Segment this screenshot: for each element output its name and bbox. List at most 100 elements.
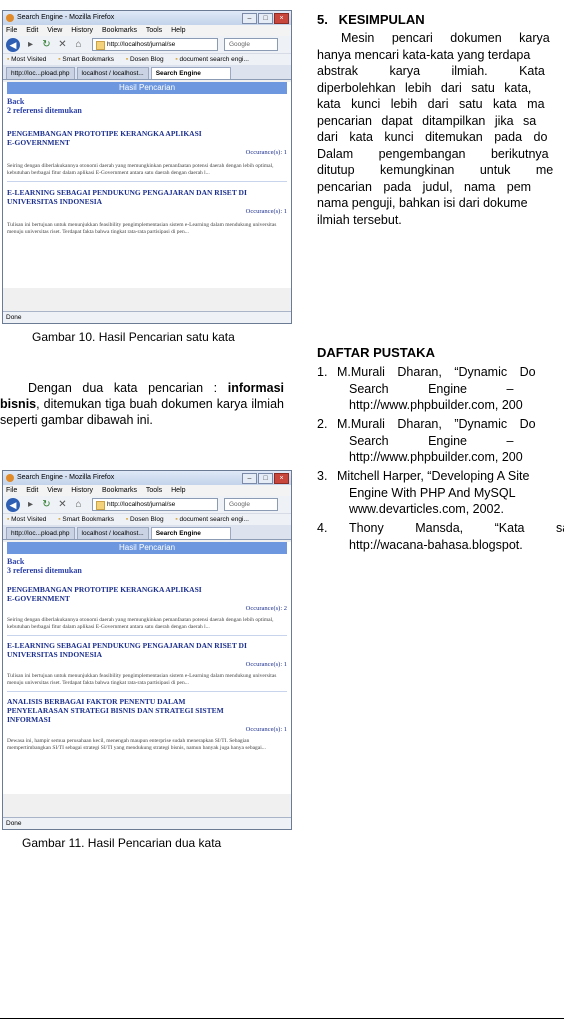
bookmark-item[interactable]: Most Visited: [7, 516, 46, 523]
back-link[interactable]: Back: [7, 97, 291, 106]
result-title-link[interactable]: PENGEMBANGAN PROTOTIPE KERANGKA APLIKASI…: [7, 585, 207, 603]
occurrence-count: Occurance(s): 1: [245, 661, 287, 668]
reference-line: M.Murali Dharan, “Dynamic Do: [337, 365, 536, 379]
minimize-button[interactable]: –: [242, 13, 257, 24]
occurrence-count: Occurance(s): 1: [245, 208, 287, 215]
bookmark-item[interactable]: Smart Bookmarks: [58, 516, 114, 523]
home-icon[interactable]: ⌂: [73, 39, 84, 50]
section-heading: 5. KESIMPULAN: [317, 12, 425, 27]
status-bar: Done: [3, 311, 291, 323]
close-button[interactable]: ×: [274, 473, 289, 484]
forward-arrow-icon[interactable]: ▸: [25, 39, 36, 50]
result-snippet: Seiring dengan diberlakukannya otonomi d…: [7, 163, 287, 182]
text-line: diperbolehkan lebih dari satu kata,: [317, 80, 532, 95]
text-line: kata kunci lebih dari satu kata ma: [317, 97, 545, 111]
figure-caption: Gambar 11. Hasil Pencarian dua kata: [22, 836, 222, 850]
menu-file[interactable]: File: [6, 27, 17, 34]
bookmark-item[interactable]: Most Visited: [7, 56, 46, 63]
bookmark-item[interactable]: Smart Bookmarks: [58, 56, 114, 63]
reference-line: Thony Mansda, “Kata sa: [349, 521, 564, 535]
text-line: pencarian pada judul, nama pem: [317, 179, 532, 194]
back-arrow-icon[interactable]: ◀: [6, 37, 20, 52]
search-input[interactable]: Google: [224, 498, 278, 511]
menu-tools[interactable]: Tools: [146, 487, 162, 494]
bookmarks-bar: Most Visited Smart Bookmarks Dosen Blog …: [3, 53, 291, 65]
text-line: dari kata kunci ditemukan pada do: [317, 130, 548, 144]
stop-icon[interactable]: ✕: [57, 39, 68, 50]
stop-icon[interactable]: ✕: [57, 499, 68, 510]
tab-search-engine[interactable]: Search Engine: [150, 67, 231, 79]
menu-help[interactable]: Help: [171, 27, 185, 34]
reference-item: 3. Mitchell Harper, “Developing A Site E…: [317, 468, 564, 518]
url-input[interactable]: http://localhost/jurnal/se: [92, 38, 218, 51]
menu-view[interactable]: View: [47, 487, 62, 494]
bookmark-item[interactable]: document search engi...: [175, 516, 249, 523]
text-line: abstrak karya ilmiah. Kata: [317, 64, 545, 78]
figure-caption: Gambar 10. Hasil Pencarian satu kata: [32, 330, 235, 344]
tab-search-engine[interactable]: Search Engine: [150, 527, 231, 539]
home-icon[interactable]: ⌂: [73, 499, 84, 510]
back-arrow-icon[interactable]: ◀: [6, 497, 20, 512]
tab-upload[interactable]: http://loc...pload.php: [6, 67, 75, 79]
menu-bar: File Edit View History Bookmarks Tools H…: [3, 485, 291, 496]
result-title-link[interactable]: PENGEMBANGAN PROTOTIPE KERANGKA APLIKASI…: [7, 129, 207, 147]
reference-number: 4.: [317, 521, 328, 535]
close-button[interactable]: ×: [274, 13, 289, 24]
result-title-link[interactable]: ANALISIS BERBAGAI FAKTOR PENENTU DALAM P…: [7, 697, 247, 724]
menu-tools[interactable]: Tools: [146, 27, 162, 34]
forward-arrow-icon[interactable]: ▸: [25, 499, 36, 510]
status-bar: Done: [3, 817, 291, 829]
page-content: Hasil Pencarian Back 3 referensi ditemuk…: [3, 542, 291, 794]
reload-icon[interactable]: ↻: [41, 39, 52, 50]
back-link[interactable]: Back: [7, 557, 291, 566]
navigation-toolbar: ◀ ▸ ↻ ✕ ⌂ http://localhost/jurnal/se Goo…: [3, 496, 291, 513]
bookmark-item[interactable]: Dosen Blog: [126, 516, 164, 523]
maximize-button[interactable]: □: [258, 13, 273, 24]
page-content: Hasil Pencarian Back 2 referensi ditemuk…: [3, 82, 291, 288]
url-input[interactable]: http://localhost/jurnal/se: [92, 498, 218, 511]
menu-edit[interactable]: Edit: [26, 27, 38, 34]
text-line: pencarian dapat ditampilkan jika sa: [317, 113, 537, 128]
bookmark-item[interactable]: Dosen Blog: [126, 56, 164, 63]
reference-line: http://www.phpbuilder.com, 200: [349, 450, 523, 464]
occurrence-count: Occurance(s): 2: [245, 605, 287, 612]
bookmark-item[interactable]: document search engi...: [175, 56, 249, 63]
menu-bar: File Edit View History Bookmarks Tools H…: [3, 25, 291, 36]
result-title-link[interactable]: E-LEARNING SEBAGAI PENDUKUNG PENGAJARAN …: [7, 188, 267, 206]
result-count: 3 referensi ditemukan: [7, 566, 82, 575]
tab-upload[interactable]: http://loc...pload.php: [6, 527, 75, 539]
window-title: Search Engine - Mozilla Firefox: [17, 474, 115, 481]
maximize-button[interactable]: □: [258, 473, 273, 484]
menu-bookmarks[interactable]: Bookmarks: [102, 27, 137, 34]
menu-history[interactable]: History: [71, 487, 93, 494]
tab-localhost[interactable]: localhost / localhost...: [76, 67, 149, 79]
firefox-window-fig10: Search Engine - Mozilla Firefox – □ × Fi…: [2, 10, 292, 324]
reference-number: 2.: [317, 417, 328, 431]
reference-line: Engine With PHP And MySQL: [349, 485, 516, 500]
menu-view[interactable]: View: [47, 27, 62, 34]
menu-edit[interactable]: Edit: [26, 487, 38, 494]
text-line: ditutup kemungkinan untuk me: [317, 163, 554, 177]
tab-strip: http://loc...pload.php localhost / local…: [3, 525, 291, 540]
result-snippet: Tulisan ini bertujuan untuk menunjukkan …: [7, 673, 287, 692]
minimize-button[interactable]: –: [242, 473, 257, 484]
reload-icon[interactable]: ↻: [41, 499, 52, 510]
result-count: 2 referensi ditemukan: [7, 106, 82, 115]
text-line: hanya mencari kata-kata yang terdapa: [317, 47, 531, 62]
result-title-link[interactable]: E-LEARNING SEBAGAI PENDUKUNG PENGAJARAN …: [7, 641, 267, 659]
menu-history[interactable]: History: [71, 27, 93, 34]
search-input[interactable]: Google: [224, 38, 278, 51]
menu-help[interactable]: Help: [171, 487, 185, 494]
reference-line: http://wacana-bahasa.blogspot.: [349, 537, 523, 552]
tab-localhost[interactable]: localhost / localhost...: [76, 527, 149, 539]
reference-line: Mitchell Harper, “Developing A Site: [337, 469, 530, 483]
tab-strip: http://loc...pload.php localhost / local…: [3, 65, 291, 80]
menu-bookmarks[interactable]: Bookmarks: [102, 487, 137, 494]
bookmarks-bar: Most Visited Smart Bookmarks Dosen Blog …: [3, 513, 291, 525]
reference-number: 3.: [317, 469, 328, 483]
results-header: Hasil Pencarian: [7, 542, 287, 554]
intro-text: , ditemukan tiga buah dokumen karya ilmi…: [0, 397, 284, 427]
reference-line: M.Murali Dharan, ”Dynamic Do: [337, 417, 536, 431]
result-snippet: Seiring dengan diberlakukannya otonomi d…: [7, 617, 287, 636]
menu-file[interactable]: File: [6, 487, 17, 494]
